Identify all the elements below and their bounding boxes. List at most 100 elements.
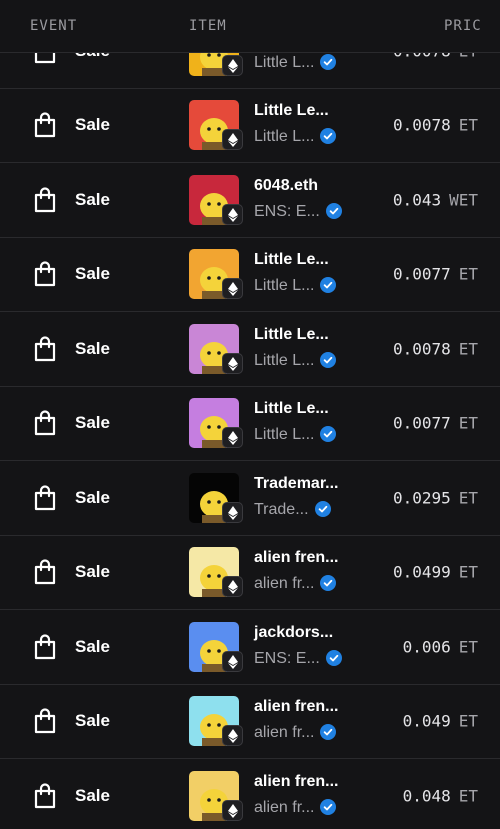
verified-badge-icon <box>320 724 337 741</box>
collection-name[interactable]: Little L... <box>254 351 337 370</box>
item-name[interactable]: Little Le... <box>254 400 329 418</box>
item-name[interactable]: Little Le... <box>254 326 329 344</box>
collection-label: Little L... <box>254 277 315 295</box>
table-row[interactable]: Sale jackdors... ENS: E... 0.006 ET <box>0 610 500 685</box>
shopping-bag-icon <box>34 187 56 212</box>
collection-label: Little L... <box>254 351 315 369</box>
verified-badge-icon <box>320 798 337 815</box>
collection-label: alien fr... <box>254 575 315 593</box>
price: 0.0078 ET <box>393 339 478 358</box>
event-type-label: Sale <box>75 562 110 582</box>
verified-badge-icon <box>325 649 342 666</box>
activity-list: Sale Little L... 0.0078 ET <box>0 14 500 829</box>
column-header-price[interactable]: PRIC <box>444 18 482 34</box>
item-name[interactable]: Little Le... <box>254 251 329 269</box>
verified-badge-icon <box>320 575 337 592</box>
verified-badge-icon <box>320 351 337 368</box>
verified-badge-icon <box>320 277 337 294</box>
table-row[interactable]: Sale 6048.eth ENS: E... 0.043 WET <box>0 163 500 238</box>
price-amount: 0.0077 <box>392 264 451 284</box>
column-header-event[interactable]: EVENT <box>30 18 77 34</box>
price-amount: 0.043 <box>392 190 442 210</box>
collection-name[interactable]: alien fr... <box>254 724 337 742</box>
table-row[interactable]: Sale Little Le... Little L... 0.0078 ET <box>0 89 500 163</box>
shopping-bag-icon <box>34 261 56 287</box>
event-type-label: Sale <box>75 115 110 135</box>
shopping-bag-icon <box>34 708 56 734</box>
collection-label: Trade... <box>254 500 309 518</box>
ethereum-icon <box>222 203 243 225</box>
price: 0.0077 ET <box>393 265 478 284</box>
price-amount: 0.0295 <box>392 488 451 508</box>
collection-label: ENS: E... <box>254 202 320 220</box>
event-type-label: Sale <box>75 785 110 805</box>
price-currency: ET <box>458 115 478 135</box>
collection-name[interactable]: Trade... <box>254 500 331 519</box>
item-name[interactable]: jackdors... <box>254 624 333 642</box>
collection-label: Little L... <box>254 128 315 146</box>
item-name[interactable]: Little Le... <box>254 102 329 120</box>
item-name[interactable]: alien fren... <box>254 549 338 567</box>
price: 0.049 ET <box>403 712 478 731</box>
price-currency: ET <box>458 264 478 284</box>
price-amount: 0.0078 <box>392 115 451 135</box>
collection-name[interactable]: Little L... <box>254 426 337 444</box>
verified-badge-icon <box>325 202 342 219</box>
collection-name[interactable]: alien fr... <box>254 798 337 817</box>
ethereum-icon <box>222 725 243 747</box>
collection-name[interactable]: ENS: E... <box>254 202 342 221</box>
table-row[interactable]: Sale Little Le... Little L... 0.0077 ET <box>0 387 500 461</box>
event-type-label: Sale <box>75 711 110 731</box>
event-type-label: Sale <box>75 338 110 358</box>
verified-badge-icon <box>314 500 331 517</box>
event-type-label: Sale <box>75 413 110 433</box>
column-header-item[interactable]: ITEM <box>189 18 227 34</box>
price-amount: 0.006 <box>402 637 451 657</box>
shopping-bag-icon <box>34 634 56 659</box>
table-row[interactable]: Sale Little Le... Little L... 0.0078 ET <box>0 312 500 387</box>
price: 0.006 ET <box>403 637 478 656</box>
price: 0.0078 ET <box>393 116 478 135</box>
table-row[interactable]: Sale alien fren... alien fr... 0.048 ET <box>0 759 500 829</box>
table-row[interactable]: Sale Trademar... Trade... 0.0295 ET <box>0 461 500 536</box>
ethereum-icon <box>222 352 243 374</box>
event-type-label: Sale <box>75 264 110 284</box>
collection-name[interactable]: Little L... <box>254 128 337 146</box>
ethereum-icon <box>222 799 243 821</box>
shopping-bag-icon <box>34 112 56 138</box>
event-type-label: Sale <box>75 487 110 507</box>
table-row[interactable]: Sale Little Le... Little L... 0.0077 ET <box>0 238 500 312</box>
item-name[interactable]: Trademar... <box>254 475 339 493</box>
collection-name[interactable]: Little L... <box>254 277 337 295</box>
collection-label: Little L... <box>254 53 315 71</box>
price-amount: 0.0078 <box>392 339 451 359</box>
price-currency: ET <box>458 488 478 508</box>
collection-label: Little L... <box>254 426 315 444</box>
shopping-bag-icon <box>34 336 56 361</box>
price-currency: ET <box>458 711 478 731</box>
price: 0.0077 ET <box>393 414 478 433</box>
price-currency: ET <box>458 637 478 657</box>
event-type-label: Sale <box>75 636 110 656</box>
table-row[interactable]: Sale alien fren... alien fr... 0.049 ET <box>0 685 500 759</box>
table-row[interactable]: Sale alien fren... alien fr... 0.0499 ET <box>0 536 500 610</box>
collection-name[interactable]: Little L... <box>254 53 337 72</box>
collection-name[interactable]: alien fr... <box>254 575 337 593</box>
ethereum-icon <box>222 576 243 598</box>
price-currency: ET <box>458 786 478 806</box>
verified-badge-icon <box>320 53 337 70</box>
price: 0.043 WET <box>393 190 478 209</box>
price-amount: 0.0499 <box>392 562 451 582</box>
shopping-bag-icon <box>34 783 56 808</box>
price: 0.0295 ET <box>393 488 478 507</box>
ethereum-icon <box>222 129 243 151</box>
item-name[interactable]: alien fren... <box>254 773 338 791</box>
ethereum-icon <box>222 278 243 300</box>
activity-table: Sale Little L... 0.0078 ET <box>0 0 500 829</box>
item-name[interactable]: 6048.eth <box>254 177 318 195</box>
price-amount: 0.049 <box>402 711 451 731</box>
shopping-bag-icon <box>34 485 56 510</box>
item-name[interactable]: alien fren... <box>254 698 338 716</box>
collection-name[interactable]: ENS: E... <box>254 649 342 668</box>
verified-badge-icon <box>320 128 337 145</box>
